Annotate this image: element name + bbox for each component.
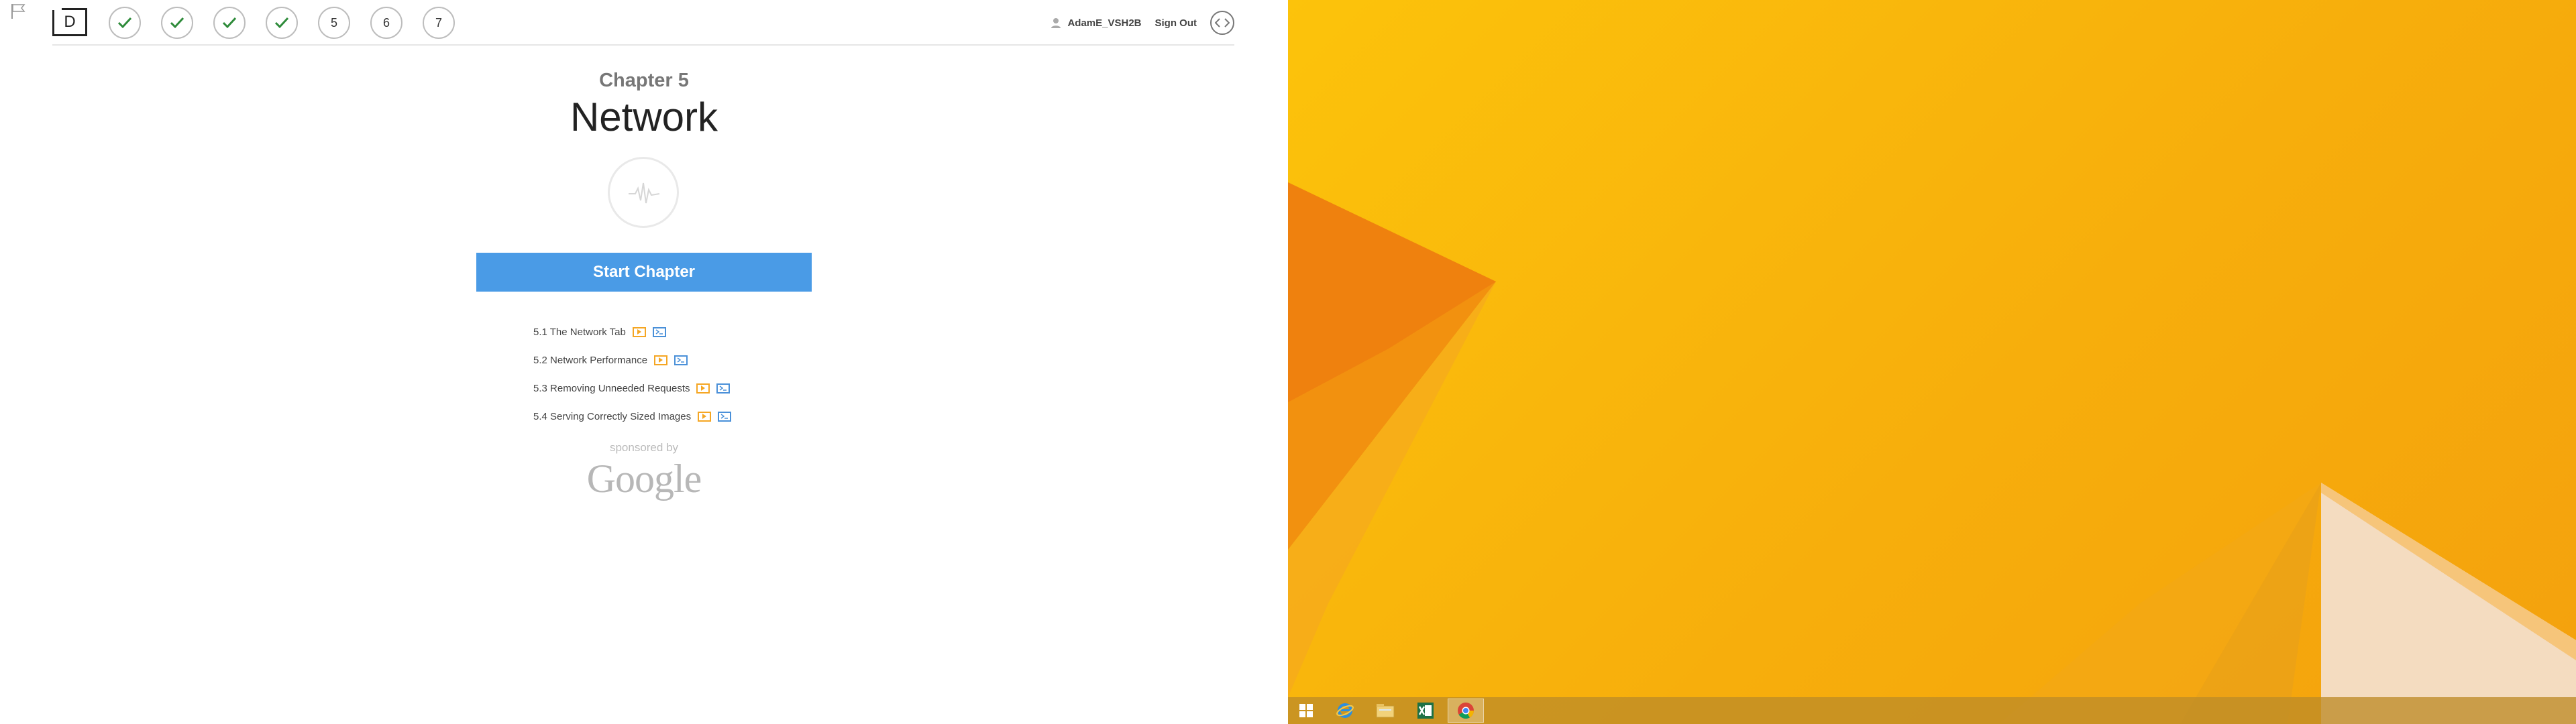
quiz-icon[interactable]	[652, 326, 666, 337]
chapter-4-button[interactable]	[266, 7, 298, 39]
video-icon[interactable]	[696, 383, 710, 394]
chapter-1-button[interactable]	[109, 7, 141, 39]
quiz-icon[interactable]	[716, 383, 731, 394]
chrome-icon[interactable]	[1448, 699, 1484, 723]
quiz-icon[interactable]	[674, 355, 688, 365]
browser-page: D 5 6 7 AdamE_VSH2B Sign Out Chapter 5 N…	[0, 0, 1288, 724]
flag-icon[interactable]	[9, 3, 27, 20]
lesson-list: 5.1 The Network Tab 5.2 Network Performa…	[533, 318, 738, 430]
user-icon	[1051, 18, 1061, 28]
lesson-item: 5.4 Serving Correctly Sized Images	[533, 402, 738, 430]
lesson-item: 5.2 Network Performance	[533, 346, 738, 374]
video-icon[interactable]	[698, 411, 712, 422]
lesson-link[interactable]: 5.3 Removing Unneeded Requests	[533, 383, 690, 394]
chapter-progress-nav: 5 6 7	[109, 7, 475, 39]
checkmark-icon	[117, 16, 133, 29]
chapter-3-button[interactable]	[213, 7, 246, 39]
checkmark-icon	[169, 16, 185, 29]
taskbar	[1288, 697, 2576, 724]
internet-explorer-icon[interactable]	[1327, 699, 1363, 723]
google-logo: Google	[586, 457, 702, 501]
checkmark-icon	[221, 16, 237, 29]
username: AdamE_VSH2B	[1067, 17, 1142, 29]
video-icon[interactable]	[654, 355, 668, 365]
course-logo[interactable]: D	[52, 8, 87, 36]
lesson-link[interactable]: 5.1 The Network Tab	[533, 326, 626, 338]
windows-start-icon[interactable]	[1288, 699, 1324, 723]
chapter-number-label: Chapter 5	[599, 70, 689, 91]
video-icon[interactable]	[632, 326, 646, 337]
chapter-2-button[interactable]	[161, 7, 193, 39]
chapter-5-button[interactable]: 5	[318, 7, 350, 39]
chapter-title: Network	[570, 95, 718, 139]
code-brackets-icon[interactable]	[1210, 11, 1234, 35]
chapter-7-button[interactable]: 7	[423, 7, 455, 39]
lesson-link[interactable]: 5.4 Serving Correctly Sized Images	[533, 411, 691, 422]
checkmark-icon	[274, 16, 290, 29]
sign-out-link[interactable]: Sign Out	[1155, 17, 1197, 29]
lesson-item: 5.3 Removing Unneeded Requests	[533, 374, 738, 402]
lesson-link[interactable]: 5.2 Network Performance	[533, 355, 647, 366]
quiz-icon[interactable]	[718, 411, 732, 422]
windows-desktop	[1288, 0, 2576, 724]
lesson-item: 5.1 The Network Tab	[533, 318, 738, 346]
sponsor-label: sponsored by	[609, 441, 679, 454]
start-chapter-button[interactable]: Start Chapter	[476, 253, 812, 292]
chapter-6-button[interactable]: 6	[370, 7, 402, 39]
excel-icon[interactable]	[1407, 699, 1444, 723]
file-explorer-icon[interactable]	[1367, 699, 1403, 723]
top-navigation-bar: D 5 6 7 AdamE_VSH2B Sign Out	[52, 0, 1234, 46]
waveform-icon	[608, 157, 679, 228]
logo-letter: D	[64, 13, 76, 31]
desktop-wallpaper	[1288, 182, 2576, 724]
user-area: AdamE_VSH2B Sign Out	[1050, 9, 1234, 36]
